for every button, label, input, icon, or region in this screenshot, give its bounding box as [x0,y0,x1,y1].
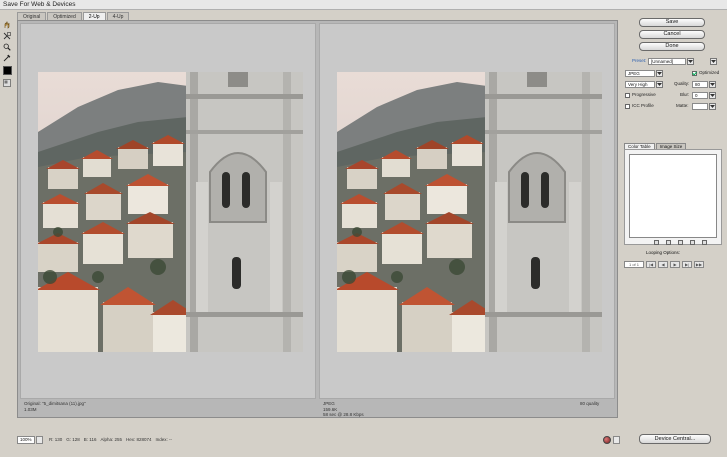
preset-select[interactable]: [Unnamed] [648,58,686,65]
looping-options-label: Looping Options: [646,250,681,255]
delete-color-icon[interactable] [702,240,707,245]
preview-area: Original: "5_dimitsana (11).jpg" 1.03M J… [17,20,618,418]
cancel-button[interactable]: Cancel [639,30,705,39]
format-dropdown-icon[interactable] [656,70,663,77]
web-shift-icon[interactable] [666,240,671,245]
original-info: Original: "5_dimitsana (11).jpg" 1.03M [24,401,86,412]
blur-slider-icon[interactable] [709,92,716,99]
readout-hex: Hex: 828074 [126,437,152,442]
optimized-preview-pane[interactable] [319,23,615,399]
quality-level-select[interactable]: Very High [625,81,655,88]
color-readout: R: 130 G: 128 B: 116 Alpha: 255 Hex: 828… [49,437,172,442]
first-frame-icon[interactable]: |◀ [646,261,656,268]
zoom-tool-icon[interactable] [2,42,12,51]
progressive-checkbox[interactable] [625,93,630,98]
status-bar: 100% R: 130 G: 128 B: 116 Alpha: 255 Hex… [17,434,717,446]
color-table-panel [624,149,722,245]
format-select[interactable]: JPEG [625,70,655,77]
toolbox [2,20,14,89]
done-button[interactable]: Done [639,42,705,51]
icc-profile-checkbox[interactable] [625,104,630,109]
readout-index: Index: -- [155,437,173,442]
original-filename: Original: "5_dimitsana (11).jpg" [24,401,86,406]
optimized-info: JPEG 159.6K 58 sec @ 28.8 Kbps [323,401,364,418]
readout-red: R: 130 [49,437,63,442]
eyedropper-tool-icon[interactable] [2,53,12,62]
preset-dropdown-icon[interactable] [687,58,694,65]
preview-in-browser-icon[interactable] [603,436,611,444]
lock-color-icon[interactable] [678,240,683,245]
readout-green: G: 128 [66,437,80,442]
optimized-photo [337,72,602,352]
hand-tool-icon[interactable] [2,20,12,29]
slice-select-tool-icon[interactable] [2,31,12,40]
matte-swatch[interactable] [692,103,708,110]
color-table-actions [654,240,707,245]
optimized-checkbox[interactable] [692,71,697,76]
browser-dropdown-icon[interactable] [613,436,620,444]
new-color-icon[interactable] [690,240,695,245]
map-color-icon[interactable] [654,240,659,245]
last-frame-icon[interactable]: ▶▶ [694,261,704,268]
blur-input[interactable]: 0 [692,92,708,99]
zoom-level-field[interactable]: 100% [17,436,35,444]
original-photo [38,72,303,352]
original-filesize: 1.03M [24,406,37,412]
progressive-label: Progressive [632,92,656,97]
optimized-label: Optimized [699,70,720,75]
eyedropper-color-swatch[interactable] [3,66,12,75]
preset-label: Preset: [632,58,647,63]
optimized-download-time: 58 sec @ 28.8 Kbps [323,412,364,417]
animation-frame-nav: 1 of 1 |◀ ◀ ▶ ▶| ▶▶ [624,261,704,268]
optimized-quality-note: 80 quality [580,401,600,406]
next-frame-icon[interactable]: ▶| [682,261,692,268]
blur-label: Blur: [680,92,690,97]
optimize-menu-icon[interactable] [710,58,717,65]
readout-alpha: Alpha: 255 [100,437,122,442]
device-central-button[interactable]: Device Central... [639,434,711,444]
original-preview-pane[interactable] [20,23,316,399]
quality-input[interactable]: 80 [692,81,708,88]
icc-profile-label: ICC Profile [632,103,654,108]
quality-label: Quality: [674,81,690,86]
zoom-dropdown-icon[interactable] [36,436,43,444]
readout-blue: B: 116 [83,437,97,442]
pane-info-bar: Original: "5_dimitsana (11).jpg" 1.03M J… [20,401,617,417]
quality-slider-icon[interactable] [709,81,716,88]
matte-dropdown-icon[interactable] [709,103,716,110]
settings-panel: Save Cancel Done Preset: [Unnamed] JPEG … [622,18,724,268]
window-title: Save For Web & Devices [0,0,727,10]
frame-count: 1 of 1 [624,261,644,268]
matte-label: Matte: [676,103,689,108]
color-table-swatches[interactable] [629,154,717,238]
previous-frame-icon[interactable]: ◀ [658,261,668,268]
save-button[interactable]: Save [639,18,705,27]
quality-level-dropdown-icon[interactable] [656,81,663,88]
play-icon[interactable]: ▶ [670,261,680,268]
toggle-slices-icon[interactable] [2,78,12,87]
